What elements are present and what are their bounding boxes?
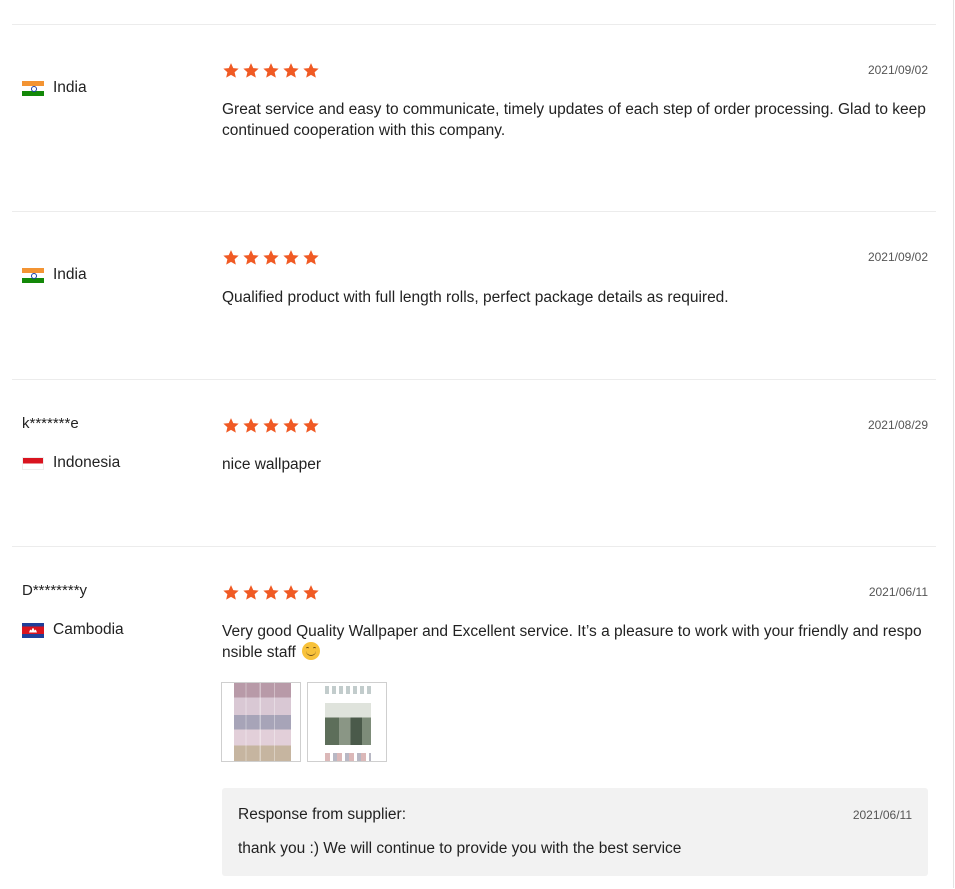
response-title: Response from supplier:	[238, 806, 406, 823]
response-text: thank you :) We will continue to provide…	[238, 840, 682, 857]
star-rating	[222, 584, 320, 601]
cambodia-flag-icon	[22, 622, 44, 638]
buyer-country: India	[22, 79, 87, 97]
star-icon	[223, 63, 239, 78]
star-icon	[283, 250, 299, 265]
packed-boxes-photo-thumbnail[interactable]	[307, 682, 387, 762]
response-date: 2021/06/11	[852, 808, 912, 822]
star-icon	[243, 63, 259, 78]
wallpaper-rolls-photo-thumbnail[interactable]	[221, 682, 301, 762]
buyer-country: Cambodia	[22, 621, 124, 639]
review-item: India 2021/09/02 Great service and easy …	[12, 24, 936, 212]
buyer-country: Indonesia	[22, 454, 120, 472]
star-icon	[263, 63, 279, 78]
star-icon	[243, 250, 259, 265]
star-icon	[283, 418, 299, 433]
review-date: 2021/08/29	[867, 418, 928, 432]
star-icon	[303, 418, 319, 433]
country-name: India	[53, 266, 87, 283]
review-item: k*******e Indonesia 2021/08/29 nice wall…	[12, 379, 936, 547]
star-rating	[222, 417, 320, 434]
review-photos	[221, 682, 387, 762]
country-name: India	[53, 79, 87, 96]
supplier-response: Response from supplier: 2021/06/11 thank…	[222, 788, 928, 876]
star-icon	[263, 250, 279, 265]
buyer-country: India	[22, 266, 87, 284]
india-flag-icon	[22, 80, 44, 96]
star-icon	[303, 63, 319, 78]
right-border	[953, 0, 954, 888]
star-icon	[283, 585, 299, 600]
star-icon	[223, 250, 239, 265]
star-icon	[263, 585, 279, 600]
star-rating	[222, 62, 320, 79]
indonesia-flag-icon	[22, 456, 44, 470]
review-date: 2021/09/02	[867, 250, 928, 264]
review-comment: Great service and easy to communicate, t…	[222, 101, 926, 139]
star-icon	[243, 585, 259, 600]
star-icon	[263, 418, 279, 433]
star-rating	[222, 249, 320, 266]
star-icon	[243, 418, 259, 433]
review-comment-text: Very good Quality Wallpaper and Excellen…	[222, 623, 922, 661]
review-date: 2021/09/02	[867, 63, 928, 77]
india-flag-icon	[22, 267, 44, 283]
review-item: India 2021/09/02 Qualified product with …	[12, 211, 936, 380]
star-icon	[223, 418, 239, 433]
buyer-name: D********y	[22, 582, 88, 599]
review-comment: nice wallpaper	[222, 456, 322, 473]
review-comment: Qualified product with full length rolls…	[222, 289, 729, 306]
review-item: D********y Cambodia 2021/06/11 Very good…	[12, 546, 936, 889]
star-icon	[303, 250, 319, 265]
star-icon	[283, 63, 299, 78]
smiling-face-emoji-icon	[302, 642, 321, 660]
review-comment: Very good Quality Wallpaper and Excellen…	[222, 621, 927, 663]
country-name: Cambodia	[53, 621, 124, 638]
star-icon	[303, 585, 319, 600]
buyer-name: k*******e	[22, 415, 79, 432]
review-date: 2021/06/11	[868, 585, 928, 599]
country-name: Indonesia	[53, 454, 121, 471]
star-icon	[223, 585, 239, 600]
